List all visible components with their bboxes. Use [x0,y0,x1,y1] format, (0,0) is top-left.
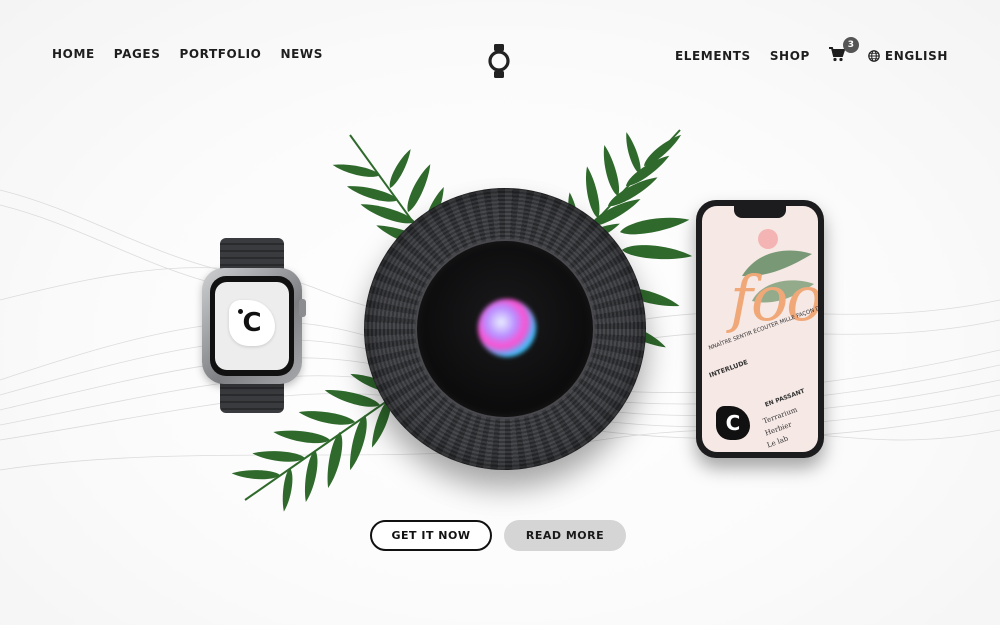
smartphone-image: foo NNAÎTRE SENTIR ÉCOUTER MILLE FAÇON D… [696,200,824,458]
watch-crown [299,299,306,317]
watch-face: C [215,282,289,370]
page: HOME PAGES PORTFOLIO NEWS ELEMENTS SHOP … [0,0,1000,625]
read-more-button[interactable]: READ MORE [504,520,626,551]
watch-logo-letter: C [242,308,262,338]
get-it-now-button[interactable]: GET IT NOW [370,520,492,551]
phone-screen: foo NNAÎTRE SENTIR ÉCOUTER MILLE FAÇON D… [702,206,818,452]
logo-dot [238,309,243,314]
speaker-top-panel [417,241,593,417]
watch-logo-badge: C [229,300,275,346]
watch-screen: C [210,276,294,376]
phone-logo-letter: C [725,411,741,435]
voice-assistant-glow [478,299,536,357]
phone-notch [734,206,786,218]
smart-speaker-image [364,188,646,470]
smartwatch-image: C [200,235,310,415]
